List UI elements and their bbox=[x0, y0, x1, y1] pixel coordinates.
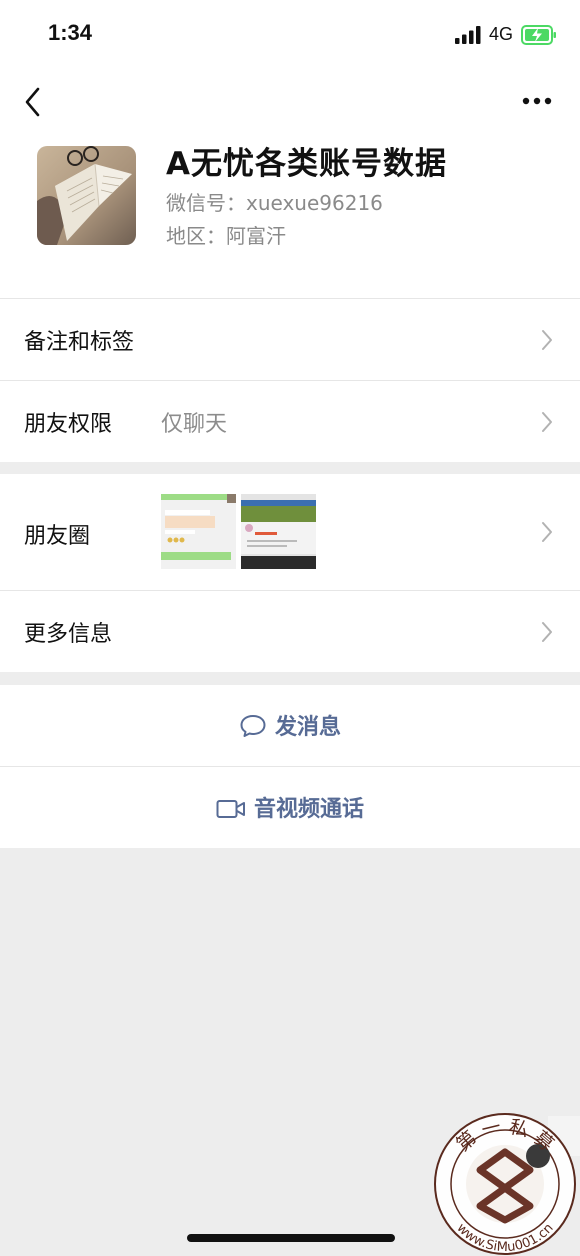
avatar[interactable] bbox=[37, 146, 136, 245]
region: 地区：阿富汗 bbox=[166, 224, 286, 248]
chevron-right-icon bbox=[542, 622, 552, 642]
chevron-right-icon bbox=[542, 330, 552, 350]
send-message-label: 发消息 bbox=[274, 715, 341, 740]
nav-bar bbox=[0, 70, 580, 134]
chat-bubble-icon bbox=[240, 715, 266, 737]
row-label: 朋友圈 bbox=[24, 524, 91, 549]
signal-icon bbox=[455, 26, 481, 44]
row-friend-permissions[interactable]: 朋友权限 仅聊天 bbox=[0, 381, 580, 462]
chevron-right-icon bbox=[542, 412, 552, 432]
row-label: 朋友权限 bbox=[24, 412, 113, 437]
profile-name: A无忧各类账号数据 bbox=[166, 146, 447, 182]
more-dots-icon[interactable] bbox=[518, 86, 558, 116]
row-remarks-tags[interactable]: 备注和标签 bbox=[0, 299, 580, 380]
status-time: 1:34 bbox=[48, 20, 93, 45]
row-label: 备注和标签 bbox=[24, 330, 135, 355]
status-bar: 1:34 4G bbox=[0, 0, 580, 70]
video-camera-icon bbox=[216, 800, 245, 818]
watermark-logo: 第 一 私 募 www.SiMu001.cn bbox=[434, 1113, 580, 1255]
chevron-right-icon bbox=[542, 522, 552, 542]
profile-header: A无忧各类账号数据 微信号：xuexue96216 地区：阿富汗 bbox=[0, 134, 580, 298]
permission-value: 仅聊天 bbox=[161, 412, 228, 437]
send-message-button[interactable]: 发消息 bbox=[0, 685, 580, 766]
row-more-info[interactable]: 更多信息 bbox=[0, 591, 580, 672]
moments-thumbnail-2 bbox=[241, 494, 316, 569]
video-call-label: 音视频通话 bbox=[253, 797, 364, 822]
back-arrow-icon[interactable] bbox=[18, 84, 50, 120]
network-type: 4G bbox=[489, 24, 514, 44]
row-moments[interactable]: 朋友圈 bbox=[0, 474, 580, 590]
video-call-button[interactable]: 音视频通话 bbox=[0, 767, 580, 848]
home-indicator bbox=[187, 1234, 395, 1242]
row-label: 更多信息 bbox=[24, 622, 113, 647]
wechat-id: 微信号：xuexue96216 bbox=[166, 191, 383, 215]
battery-icon bbox=[521, 25, 556, 45]
moments-thumbnail-1 bbox=[161, 494, 236, 569]
